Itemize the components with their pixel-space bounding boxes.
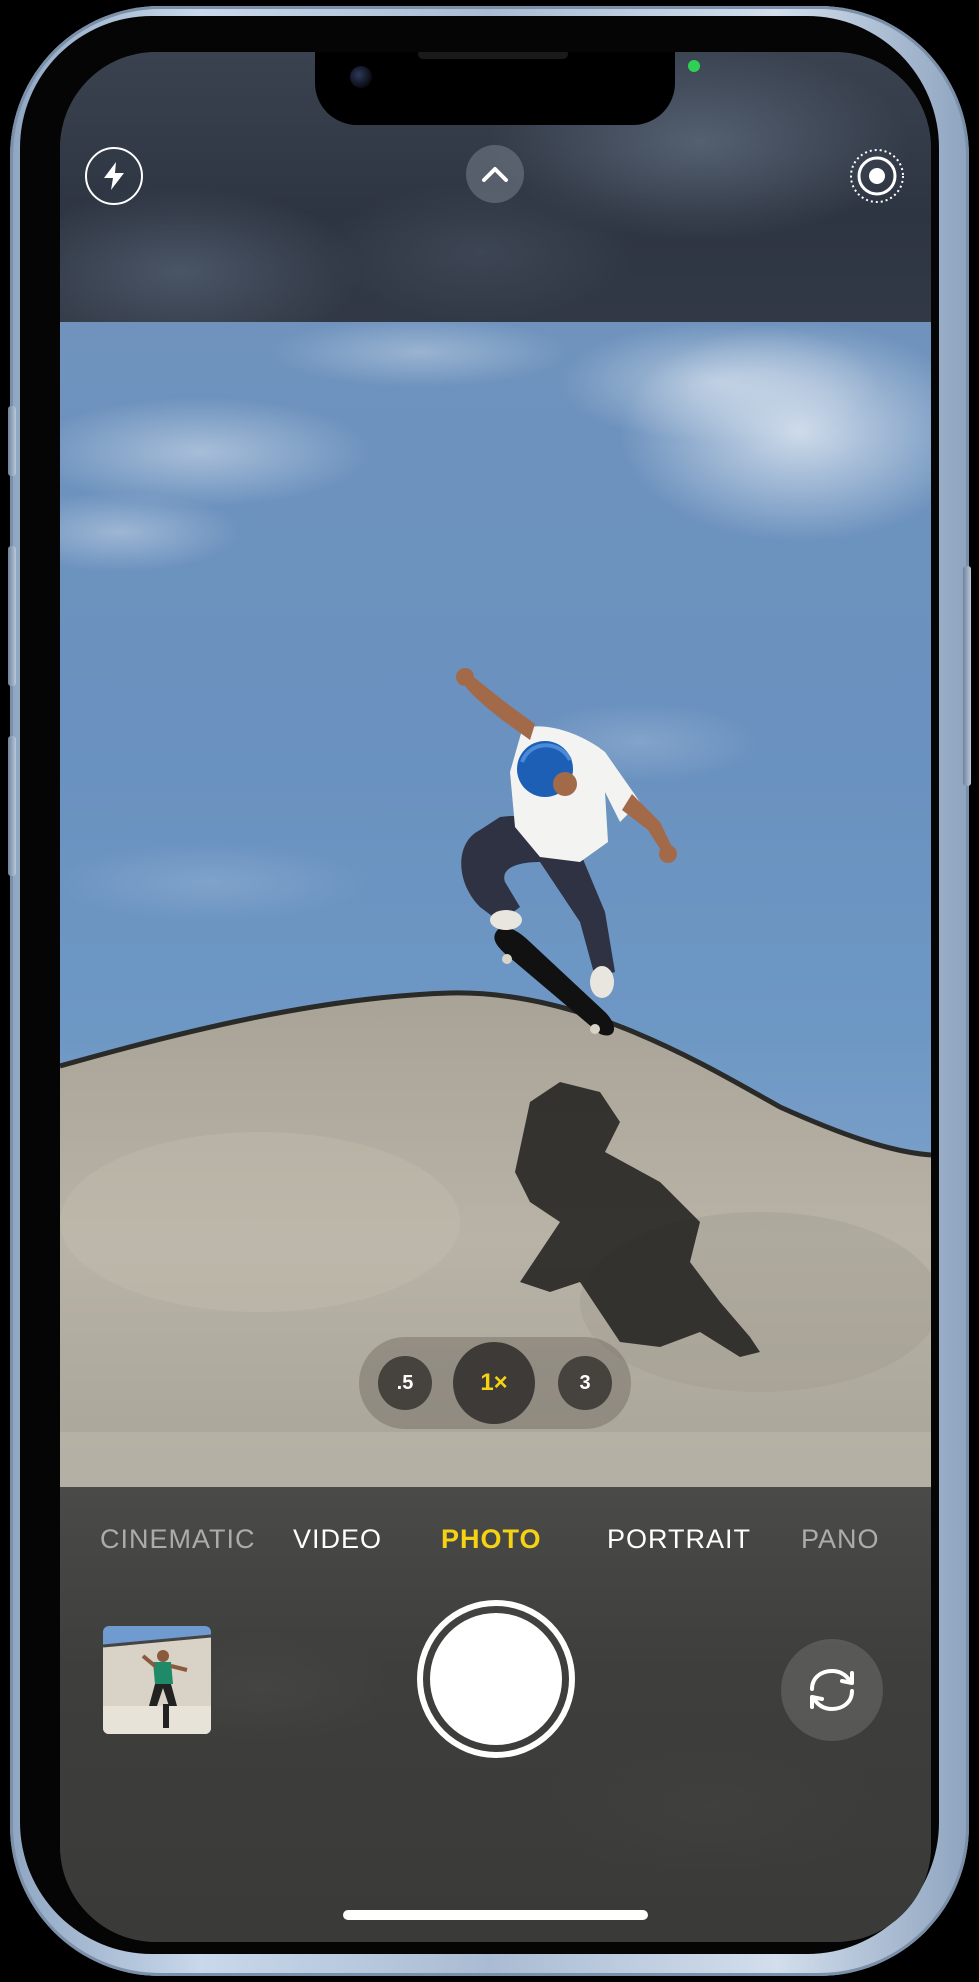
flip-camera-icon <box>810 1668 854 1712</box>
camera-in-use-indicator <box>688 60 700 72</box>
camera-screen: .5 1× 3 CINEMATIC VIDEO PHOTO PORTRAIT P… <box>60 52 931 1942</box>
mode-cinematic[interactable]: CINEMATIC <box>100 1524 256 1555</box>
zoom-1x-button[interactable]: 1× <box>453 1342 535 1424</box>
flash-button[interactable] <box>85 147 143 205</box>
flip-camera-button[interactable] <box>781 1639 883 1741</box>
action-button <box>8 406 16 476</box>
shutter-inner <box>430 1613 562 1745</box>
earpiece <box>418 52 568 59</box>
viewfinder[interactable] <box>60 322 931 1487</box>
mode-portrait[interactable]: PORTRAIT <box>607 1524 751 1555</box>
notch <box>315 52 675 125</box>
home-indicator[interactable] <box>343 1910 648 1920</box>
viewfinder-scene <box>60 322 931 1487</box>
mode-selector: CINEMATIC VIDEO PHOTO PORTRAIT PANO <box>60 1524 931 1564</box>
power-button <box>963 566 971 786</box>
zoom-0-5-button[interactable]: .5 <box>378 1356 432 1410</box>
zoom-3x-button[interactable]: 3 <box>558 1356 612 1410</box>
shutter-button[interactable] <box>417 1600 575 1758</box>
live-photo-icon <box>850 149 904 203</box>
mode-video[interactable]: VIDEO <box>293 1524 382 1555</box>
volume-up-button <box>8 546 16 686</box>
thumbnail-image <box>103 1626 211 1734</box>
flash-icon <box>104 162 124 190</box>
expand-controls-button[interactable] <box>466 145 524 203</box>
volume-down-button <box>8 736 16 876</box>
chevron-up-icon <box>482 167 508 182</box>
mode-photo[interactable]: PHOTO <box>441 1524 542 1555</box>
front-camera <box>350 66 372 88</box>
mode-pano[interactable]: PANO <box>801 1524 880 1555</box>
live-photo-button[interactable] <box>848 147 906 205</box>
last-photo-thumbnail[interactable] <box>103 1626 211 1734</box>
